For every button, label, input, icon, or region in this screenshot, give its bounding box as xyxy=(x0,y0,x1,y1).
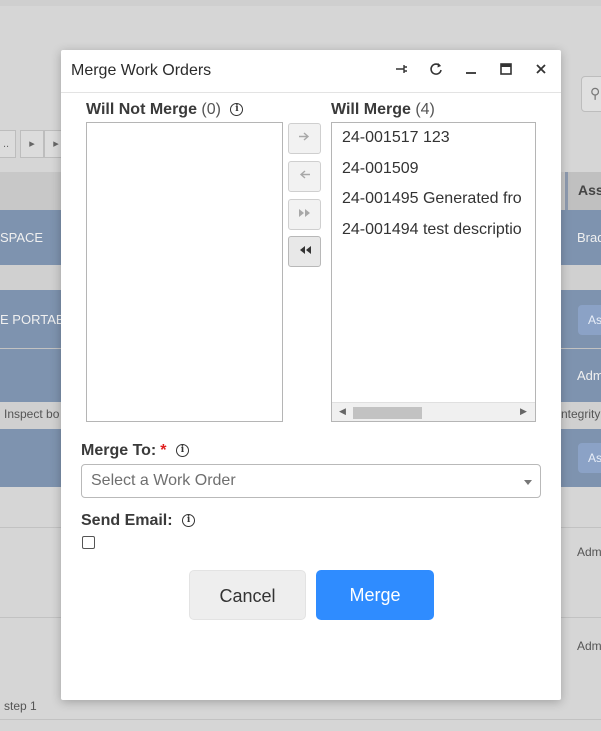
assign-button[interactable]: As xyxy=(578,443,601,473)
send-email-label: Send Email: i xyxy=(81,512,196,530)
send-email-checkbox[interactable] xyxy=(82,536,95,549)
assign-button[interactable]: As xyxy=(578,305,601,335)
horizontal-scrollbar[interactable]: ◀ ▶ xyxy=(332,402,535,421)
chevron-down-icon xyxy=(524,480,532,485)
row-note-text: Inspect bo xyxy=(4,407,60,421)
move-all-right-button[interactable] xyxy=(288,199,321,230)
pin-icon[interactable] xyxy=(391,61,411,81)
table-header-cell: Ass xyxy=(565,172,601,210)
list-item[interactable]: 24-001494 test descriptio xyxy=(342,221,522,239)
pager-next-button[interactable]: ▸ xyxy=(20,130,44,158)
select-placeholder: Select a Work Order xyxy=(91,472,236,489)
footer-text: step 1 xyxy=(4,699,37,713)
list-item[interactable]: 24-001517 123 xyxy=(342,129,450,147)
pager-button[interactable]: .. xyxy=(0,130,16,158)
will-not-merge-label: Will Not Merge (0) i xyxy=(86,101,244,119)
will-merge-listbox[interactable]: 24-001517 123 24-001509 24-001495 Genera… xyxy=(331,122,536,422)
required-indicator: * xyxy=(160,442,167,459)
row-divider xyxy=(0,719,601,720)
merge-work-orders-dialog: Merge Work Orders Will Not Merge (0) i W… xyxy=(61,50,561,700)
top-bar xyxy=(0,0,601,6)
row-text: Adm xyxy=(577,368,601,383)
search-icon: ⚲ xyxy=(590,85,601,101)
will-merge-count: (4) xyxy=(415,101,435,118)
scroll-left-icon[interactable]: ◀ xyxy=(339,406,346,417)
row-text: Brad xyxy=(577,230,601,245)
info-icon[interactable]: i xyxy=(175,444,189,458)
merge-to-label: Merge To: * i xyxy=(81,442,189,460)
list-item[interactable]: 24-001495 Generated fro xyxy=(342,190,522,208)
merge-button[interactable]: Merge xyxy=(316,570,434,620)
maximize-icon[interactable] xyxy=(496,61,516,81)
dialog-title: Merge Work Orders xyxy=(71,62,212,79)
cancel-button[interactable]: Cancel xyxy=(189,570,306,620)
dialog-header: Merge Work Orders xyxy=(61,50,561,93)
move-right-button[interactable] xyxy=(288,123,321,154)
search-button[interactable]: ⚲ xyxy=(581,76,601,112)
info-icon[interactable]: i xyxy=(182,514,196,528)
scrollbar-thumb[interactable] xyxy=(353,407,422,419)
row-text: SPACE xyxy=(0,230,44,245)
info-icon[interactable]: i xyxy=(230,103,244,117)
refresh-icon[interactable] xyxy=(426,61,446,81)
merge-to-select[interactable]: Select a Work Order xyxy=(81,464,541,498)
row-text: Adm xyxy=(577,639,601,653)
minimize-icon[interactable] xyxy=(461,61,481,81)
row-text: Adm xyxy=(577,545,601,559)
move-all-left-button[interactable] xyxy=(288,236,321,267)
close-icon[interactable] xyxy=(531,61,551,81)
list-item[interactable]: 24-001509 xyxy=(342,160,419,178)
row-note-text: ntegrity xyxy=(561,407,601,421)
scroll-right-icon[interactable]: ▶ xyxy=(520,406,527,417)
will-not-merge-listbox[interactable] xyxy=(86,122,283,422)
will-not-merge-count: (0) xyxy=(201,101,221,118)
will-merge-label: Will Merge (4) xyxy=(331,101,435,118)
move-left-button[interactable] xyxy=(288,161,321,192)
